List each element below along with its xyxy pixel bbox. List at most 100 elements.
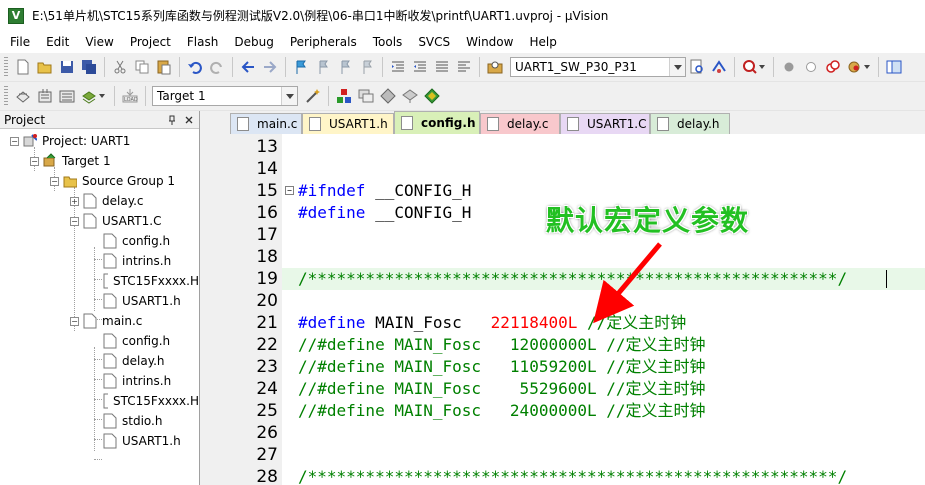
options-for-target-button[interactable]: [302, 85, 324, 107]
tree-item-header[interactable]: delay.h: [103, 351, 165, 371]
code-line[interactable]: 20: [207, 290, 925, 312]
file-extensions-button[interactable]: [355, 85, 377, 107]
save-all-button[interactable]: [78, 56, 100, 78]
clear-bookmarks-button[interactable]: [356, 56, 378, 78]
build-button[interactable]: [34, 85, 56, 107]
tree-item-header[interactable]: USART1.h: [103, 291, 181, 311]
tree-item-header[interactable]: STC15Fxxxx.H: [103, 391, 199, 411]
insert-breakpoint-button[interactable]: [778, 56, 800, 78]
code-line[interactable]: 22 //#define MAIN_Fosc 12000000L //定义主时钟: [207, 334, 925, 356]
bookmark-button[interactable]: [290, 56, 312, 78]
tree-item-header[interactable]: config.h: [103, 331, 170, 351]
pack-installer-button[interactable]: [399, 85, 421, 107]
menu-peripherals[interactable]: Peripherals: [282, 31, 365, 53]
cut-button[interactable]: [109, 56, 131, 78]
download-button[interactable]: LOAD: [119, 85, 141, 107]
tree-item-project[interactable]: − Project: UART1: [10, 131, 130, 151]
indent-button[interactable]: [387, 56, 409, 78]
tree-item-header[interactable]: stdio.h: [103, 411, 162, 431]
save-button[interactable]: [56, 56, 78, 78]
menu-debug[interactable]: Debug: [226, 31, 281, 53]
tree-item-header[interactable]: intrins.h: [103, 251, 171, 271]
chevron-down-icon[interactable]: [669, 58, 685, 76]
tab-delay-c[interactable]: delay.c: [480, 113, 560, 134]
comment-button[interactable]: [431, 56, 453, 78]
code-line[interactable]: 13: [207, 136, 925, 158]
target-select[interactable]: Target 1: [152, 86, 298, 106]
collapse-icon[interactable]: −: [30, 156, 39, 166]
prev-bookmark-button[interactable]: [312, 56, 334, 78]
translate-button[interactable]: [12, 85, 34, 107]
nav-back-button[interactable]: [237, 56, 259, 78]
debug-session-button[interactable]: [739, 56, 769, 78]
incremental-find-button[interactable]: [686, 56, 708, 78]
next-bookmark-button[interactable]: [334, 56, 356, 78]
close-icon[interactable]: [182, 113, 196, 127]
batch-build-button[interactable]: [78, 85, 110, 107]
collapse-icon[interactable]: −: [70, 316, 79, 326]
fold-collapse-icon[interactable]: −: [285, 186, 294, 195]
collapse-icon[interactable]: −: [10, 136, 19, 146]
tab-usart1-c[interactable]: USART1.C: [560, 113, 650, 134]
rebuild-button[interactable]: [56, 85, 78, 107]
menu-flash[interactable]: Flash: [179, 31, 226, 53]
manage-project-items-button[interactable]: [333, 85, 355, 107]
open-file-button[interactable]: [34, 56, 56, 78]
tree-item-header[interactable]: config.h: [103, 231, 170, 251]
code-line[interactable]: 14: [207, 158, 925, 180]
pin-icon[interactable]: [165, 113, 179, 127]
code-line[interactable]: 24 //#define MAIN_Fosc 5529600L //定义主时钟: [207, 378, 925, 400]
find-in-files-button[interactable]: [484, 56, 506, 78]
copy-button[interactable]: [131, 56, 153, 78]
window-layout-button[interactable]: [883, 56, 905, 78]
code-line[interactable]: 18: [207, 246, 925, 268]
paste-button[interactable]: [153, 56, 175, 78]
tab-delay-h[interactable]: delay.h: [650, 113, 730, 134]
menu-file[interactable]: File: [0, 31, 38, 53]
chevron-down-icon[interactable]: [281, 87, 297, 105]
find-combo[interactable]: UART1_SW_P30_P31: [510, 57, 686, 77]
unindent-button[interactable]: [409, 56, 431, 78]
menu-project[interactable]: Project: [122, 31, 179, 53]
undo-button[interactable]: [184, 56, 206, 78]
tree-item-usart1-c[interactable]: − USART1.C: [70, 211, 161, 231]
nav-forward-button[interactable]: [259, 56, 281, 78]
kill-all-breakpoints-button[interactable]: [844, 56, 874, 78]
tab-config-h[interactable]: config.h: [394, 111, 480, 134]
code-editor[interactable]: 13 14 15− #ifndef __CONFIG_H 16 #define __CON…: [207, 134, 925, 485]
find-references-button[interactable]: [708, 56, 730, 78]
select-packs-button[interactable]: [377, 85, 399, 107]
menu-tools[interactable]: Tools: [365, 31, 411, 53]
disable-all-breakpoints-button[interactable]: [822, 56, 844, 78]
menu-help[interactable]: Help: [521, 31, 564, 53]
tree-item-header[interactable]: STC15Fxxxx.H: [103, 271, 199, 291]
menu-window[interactable]: Window: [458, 31, 521, 53]
toolbar-grip[interactable]: [4, 86, 8, 106]
collapse-icon[interactable]: −: [70, 216, 79, 226]
tree-item-source-group[interactable]: − Source Group 1: [50, 171, 175, 191]
menu-edit[interactable]: Edit: [38, 31, 77, 53]
menu-svcs[interactable]: SVCS: [410, 31, 458, 53]
toolbar-grip[interactable]: [4, 57, 8, 77]
rte-manage-button[interactable]: [421, 85, 443, 107]
tree-item-main-c[interactable]: − main.c: [70, 311, 142, 331]
tree-item-delay-c[interactable]: + delay.c: [70, 191, 144, 211]
tab-main-c[interactable]: main.c: [230, 113, 302, 134]
collapse-icon[interactable]: −: [50, 176, 59, 186]
code-line[interactable]: 23 //#define MAIN_Fosc 11059200L //定义主时钟: [207, 356, 925, 378]
code-line[interactable]: 26: [207, 422, 925, 444]
code-line[interactable]: 25 //#define MAIN_Fosc 24000000L //定义主时钟: [207, 400, 925, 422]
new-file-button[interactable]: [12, 56, 34, 78]
enable-breakpoint-button[interactable]: [800, 56, 822, 78]
expand-icon[interactable]: +: [70, 196, 79, 206]
tree-item-target[interactable]: − Target 1: [30, 151, 111, 171]
code-line[interactable]: 21 #define MAIN_Fosc 22118400L //定义主时钟: [207, 312, 925, 334]
redo-button[interactable]: [206, 56, 228, 78]
tree-item-header[interactable]: USART1.h: [103, 431, 181, 451]
menu-view[interactable]: View: [77, 31, 121, 53]
tab-usart1-h[interactable]: USART1.h: [302, 113, 394, 134]
tree-item-header[interactable]: intrins.h: [103, 371, 171, 391]
code-line[interactable]: 19 /*************************************…: [256, 268, 925, 290]
uncomment-button[interactable]: [453, 56, 475, 78]
code-line[interactable]: 28 /*************************************…: [207, 466, 925, 485]
